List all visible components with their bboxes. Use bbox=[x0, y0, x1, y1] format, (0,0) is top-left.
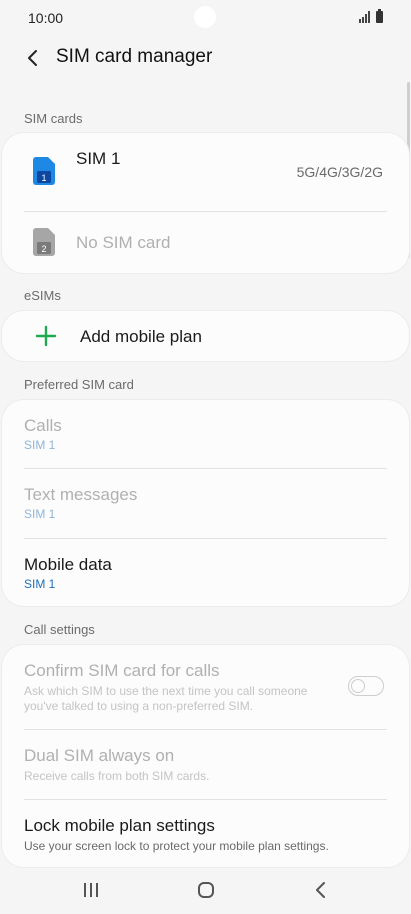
text-messages-value: SIM 1 bbox=[24, 507, 56, 521]
section-label-esims: eSIMs bbox=[24, 288, 61, 303]
sim-card-1-icon: 1 bbox=[33, 157, 55, 185]
home-button[interactable] bbox=[192, 876, 220, 904]
status-time: 10:00 bbox=[28, 10, 64, 26]
sim-2-row: 2 No SIM card bbox=[2, 212, 409, 273]
mobile-data-row[interactable]: Mobile data SIM 1 bbox=[2, 539, 409, 606]
add-mobile-plan-button[interactable]: Add mobile plan bbox=[2, 311, 409, 361]
section-label-call-settings: Call settings bbox=[24, 622, 95, 637]
call-settings-card: Confirm SIM card for calls Ask which SIM… bbox=[2, 645, 409, 867]
confirm-sim-desc-line1: Ask which SIM to use the next time you c… bbox=[24, 684, 308, 698]
text-messages-title: Text messages bbox=[24, 485, 138, 504]
navigation-bar bbox=[0, 864, 411, 914]
home-icon bbox=[198, 882, 214, 898]
recent-apps-button[interactable] bbox=[77, 876, 105, 904]
dual-sim-row: Dual SIM always on Receive calls from bo… bbox=[2, 730, 409, 799]
back-chevron-icon bbox=[316, 882, 325, 898]
lock-mobile-plan-title: Lock mobile plan settings bbox=[24, 816, 215, 835]
front-camera bbox=[194, 6, 216, 28]
svg-text:2: 2 bbox=[41, 244, 46, 254]
section-label-sim-cards: SIM cards bbox=[24, 111, 83, 126]
page-title: SIM card manager bbox=[56, 46, 213, 67]
status-bar: 10:00 bbox=[0, 0, 411, 36]
svg-text:1: 1 bbox=[41, 173, 46, 183]
confirm-sim-row: Confirm SIM card for calls Ask which SIM… bbox=[2, 645, 409, 729]
sim-card-2-icon: 2 bbox=[33, 228, 55, 256]
section-label-preferred: Preferred SIM card bbox=[24, 377, 134, 392]
toggle-knob bbox=[351, 678, 365, 693]
lock-mobile-plan-desc: Use your screen lock to protect your mob… bbox=[24, 839, 329, 853]
text-messages-row: Text messages SIM 1 bbox=[2, 469, 409, 538]
mobile-data-title: Mobile data bbox=[24, 555, 112, 574]
battery-icon bbox=[376, 9, 383, 23]
back-button[interactable] bbox=[20, 44, 48, 72]
signal-icon bbox=[359, 11, 370, 23]
sim-1-name: SIM 1 bbox=[76, 149, 121, 168]
sim-cards-card: 1 SIM 1 5G/4G/3G/2G 2 No SIM card bbox=[2, 133, 409, 273]
app-bar: SIM card manager bbox=[0, 36, 411, 80]
plus-icon bbox=[35, 325, 57, 347]
sim-1-row[interactable]: 1 SIM 1 5G/4G/3G/2G bbox=[2, 133, 409, 211]
confirm-sim-toggle[interactable] bbox=[348, 676, 384, 696]
preferred-sim-card: Calls SIM 1 Text messages SIM 1 Mobile d… bbox=[2, 400, 409, 606]
add-mobile-plan-label: Add mobile plan bbox=[80, 327, 202, 346]
nav-back-button[interactable] bbox=[307, 876, 335, 904]
sim-1-network: 5G/4G/3G/2G bbox=[296, 164, 383, 180]
calls-row: Calls SIM 1 bbox=[2, 400, 409, 468]
recent-apps-icon bbox=[84, 883, 98, 897]
calls-title: Calls bbox=[24, 416, 62, 435]
mobile-data-value: SIM 1 bbox=[24, 577, 56, 591]
confirm-sim-desc-line2: you've talked to using a non-preferred S… bbox=[24, 699, 254, 713]
sim-2-name: No SIM card bbox=[76, 233, 171, 252]
calls-value: SIM 1 bbox=[24, 438, 56, 452]
back-arrow-icon bbox=[28, 50, 37, 66]
confirm-sim-title: Confirm SIM card for calls bbox=[24, 661, 220, 680]
lock-mobile-plan-row[interactable]: Lock mobile plan settings Use your scree… bbox=[2, 800, 409, 867]
status-icons bbox=[359, 9, 383, 23]
dual-sim-desc: Receive calls from both SIM cards. bbox=[24, 769, 210, 783]
dual-sim-title: Dual SIM always on bbox=[24, 746, 175, 765]
